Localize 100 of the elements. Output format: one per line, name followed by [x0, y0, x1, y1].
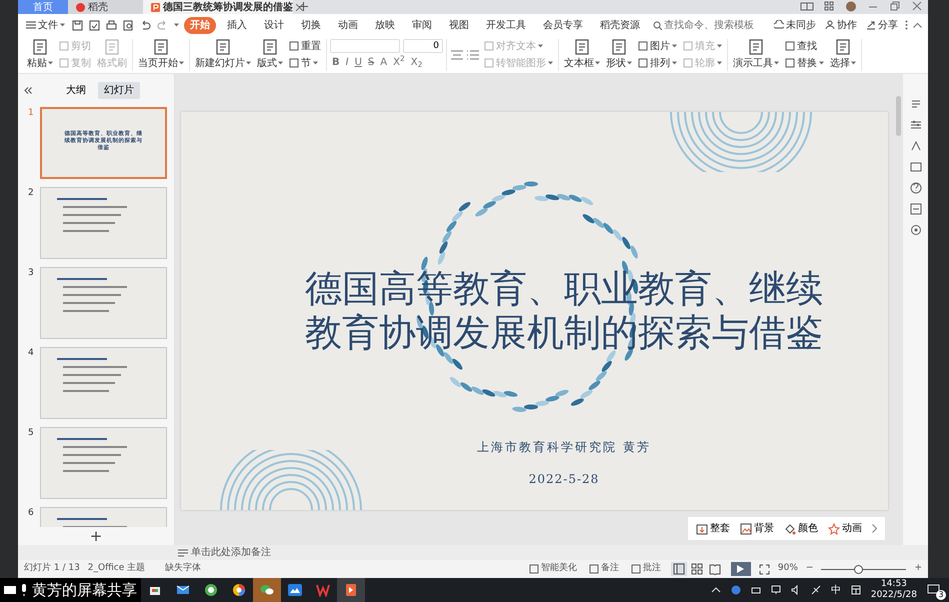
mountains-icon[interactable]	[288, 583, 302, 597]
font-size-field[interactable]: 0	[403, 39, 443, 53]
format-button[interactable]: X$^{2}$	[391, 55, 407, 70]
collapse-panel-icon[interactable]	[24, 87, 32, 94]
help-icon[interactable]	[910, 182, 922, 194]
format-button[interactable]: B	[330, 55, 342, 70]
pen-icon[interactable]	[910, 140, 922, 152]
status-button[interactable]: 批注	[628, 562, 663, 576]
font-name-field[interactable]	[330, 39, 400, 53]
window-tab[interactable]: 稻壳	[68, 0, 143, 14]
view-button[interactable]	[688, 562, 705, 576]
save-icon[interactable]	[72, 20, 83, 30]
w-logo-icon[interactable]	[316, 583, 330, 597]
ribbon-button[interactable]: 演示工具	[731, 38, 781, 70]
undo-icon[interactable]	[140, 20, 151, 30]
menu-tab[interactable]: 放映	[369, 16, 401, 34]
floating-toolbar-button[interactable]: 整套	[696, 521, 730, 536]
menu-tab[interactable]: 动画	[332, 16, 364, 34]
format-button[interactable]: X$_{2}$	[408, 55, 424, 70]
notes-field[interactable]: 单击此处添加备注	[178, 545, 271, 560]
more-icon[interactable]	[905, 20, 908, 30]
slide-thumbnail[interactable]	[40, 187, 167, 259]
floating-toolbar-button[interactable]: 颜色	[784, 521, 818, 536]
keyboard-icon[interactable]	[850, 585, 861, 595]
sliders-icon[interactable]	[910, 119, 922, 131]
toolbar-button[interactable]: 协作	[823, 18, 859, 32]
avatar-icon[interactable]	[844, 1, 858, 12]
color-wheel-icon[interactable]	[232, 583, 246, 597]
status-button[interactable]: 备注	[586, 562, 621, 576]
network-icon[interactable]	[810, 585, 821, 595]
slideshow-button[interactable]	[730, 562, 751, 576]
close-icon[interactable]	[296, 4, 303, 10]
clock-date[interactable]: 2022/5/28	[870, 590, 917, 601]
missing-fonts-button[interactable]: 缺失字体	[153, 562, 202, 576]
play-file-icon[interactable]	[344, 583, 358, 597]
menu-tab[interactable]: 审阅	[406, 16, 438, 34]
ribbon-button[interactable]: 排列	[636, 56, 679, 70]
search-field[interactable]: 查找命令、搜索模板	[651, 18, 762, 32]
scrollbar-thumb[interactable]	[896, 96, 900, 136]
restore-icon[interactable]	[888, 1, 902, 12]
toolbar-button[interactable]: 分享	[864, 18, 900, 32]
zoom-in-button[interactable]: +	[914, 562, 922, 576]
menu-tab[interactable]: 插入	[221, 16, 253, 34]
slide-thumbnail[interactable]	[40, 427, 167, 499]
format-button[interactable]: S	[366, 55, 376, 70]
floating-toolbar-button[interactable]: 背景	[740, 521, 774, 536]
mail-icon[interactable]	[176, 583, 190, 597]
ribbon-button[interactable]: 形状	[604, 38, 634, 70]
frame-icon[interactable]	[910, 161, 922, 173]
ribbon-button[interactable]: 当页开始	[136, 38, 186, 70]
menu-tab[interactable]: 稻壳资源	[594, 16, 646, 34]
format-button[interactable]: I	[344, 55, 351, 70]
window-layout-icon[interactable]	[800, 1, 814, 12]
view-button[interactable]	[706, 562, 723, 576]
chevron-up-icon[interactable]	[710, 585, 721, 595]
slide-thumbnail[interactable]	[40, 267, 167, 339]
shield-icon[interactable]	[730, 585, 741, 595]
target-icon[interactable]	[910, 224, 922, 236]
menu-tab[interactable]: 设计	[258, 16, 290, 34]
export-icon[interactable]	[89, 20, 100, 30]
zoom-level[interactable]: 90%	[778, 562, 798, 576]
ribbon-button[interactable]: 文本框	[562, 38, 602, 70]
status-button[interactable]: 智能美化	[526, 562, 579, 576]
ribbon-button[interactable]: 粘贴	[25, 38, 55, 70]
monitor-icon[interactable]	[770, 585, 781, 595]
slide-thumbnail[interactable]	[40, 347, 167, 419]
ribbon-button[interactable]: 节	[287, 56, 323, 70]
browser-icon[interactable]	[204, 583, 218, 597]
zoom-slider-thumb[interactable]	[854, 564, 863, 574]
input-method-indicator[interactable]: 中	[830, 582, 841, 598]
battery-icon[interactable]	[750, 585, 761, 595]
fit-icon[interactable]	[758, 564, 770, 574]
ribbon-button[interactable]: 版式	[255, 38, 285, 70]
ribbon-button[interactable]: 替换	[783, 56, 826, 70]
apps-grid-icon[interactable]	[822, 1, 836, 12]
chevron-right-icon[interactable]	[872, 524, 877, 533]
menu-tab[interactable]: 切换	[295, 16, 327, 34]
text-lines-icon[interactable]	[910, 98, 922, 110]
format-button[interactable]: U	[352, 55, 364, 70]
menu-tab[interactable]: 开发工具	[480, 16, 532, 34]
menu-tab[interactable]: 会员专享	[537, 16, 589, 34]
printer-icon[interactable]	[106, 20, 117, 30]
collapse-icon[interactable]	[913, 22, 922, 28]
ribbon-button[interactable]: 选择	[828, 38, 858, 70]
notification-icon[interactable]	[927, 584, 941, 596]
close-icon[interactable]	[910, 1, 924, 12]
ribbon-button[interactable]: 重置	[287, 38, 323, 54]
toolbar-button[interactable]: 未同步	[772, 18, 818, 32]
ribbon-button[interactable]: 查找	[783, 38, 826, 54]
panel-icon[interactable]	[910, 203, 922, 215]
view-button[interactable]	[670, 562, 687, 576]
new-tab-icon[interactable]	[299, 2, 308, 11]
ribbon-button[interactable]: 图片	[636, 38, 679, 54]
file-menu-button[interactable]: 文件	[24, 18, 67, 32]
zoom-out-button[interactable]: −	[806, 562, 814, 576]
floating-toolbar-button[interactable]: 动画	[828, 521, 862, 536]
ribbon-button[interactable]: 新建幻灯片	[193, 38, 253, 70]
print-preview-icon[interactable]	[123, 20, 134, 30]
panel-tab[interactable]: 大纲	[60, 82, 92, 99]
panel-tab[interactable]: 幻灯片	[98, 82, 140, 99]
